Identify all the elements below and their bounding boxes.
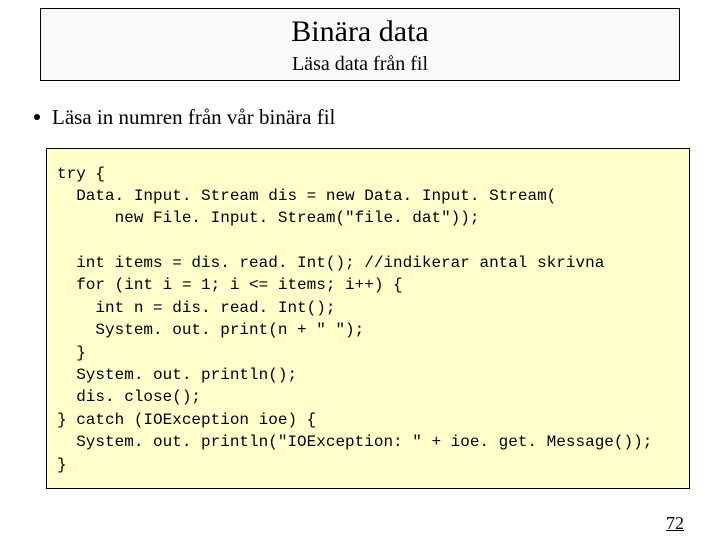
- bullet-dot-icon: [34, 114, 40, 120]
- slide-title: Binära data: [41, 15, 679, 50]
- slide-number: 72: [666, 513, 684, 534]
- bullet-item: Läsa in numren från vår binära fil: [34, 105, 720, 130]
- slide-header: Binära data Läsa data från fil: [40, 8, 680, 81]
- bullet-text: Läsa in numren från vår binära fil: [52, 105, 335, 129]
- slide-subtitle: Läsa data från fil: [41, 52, 679, 76]
- code-block: try { Data. Input. Stream dis = new Data…: [46, 148, 690, 489]
